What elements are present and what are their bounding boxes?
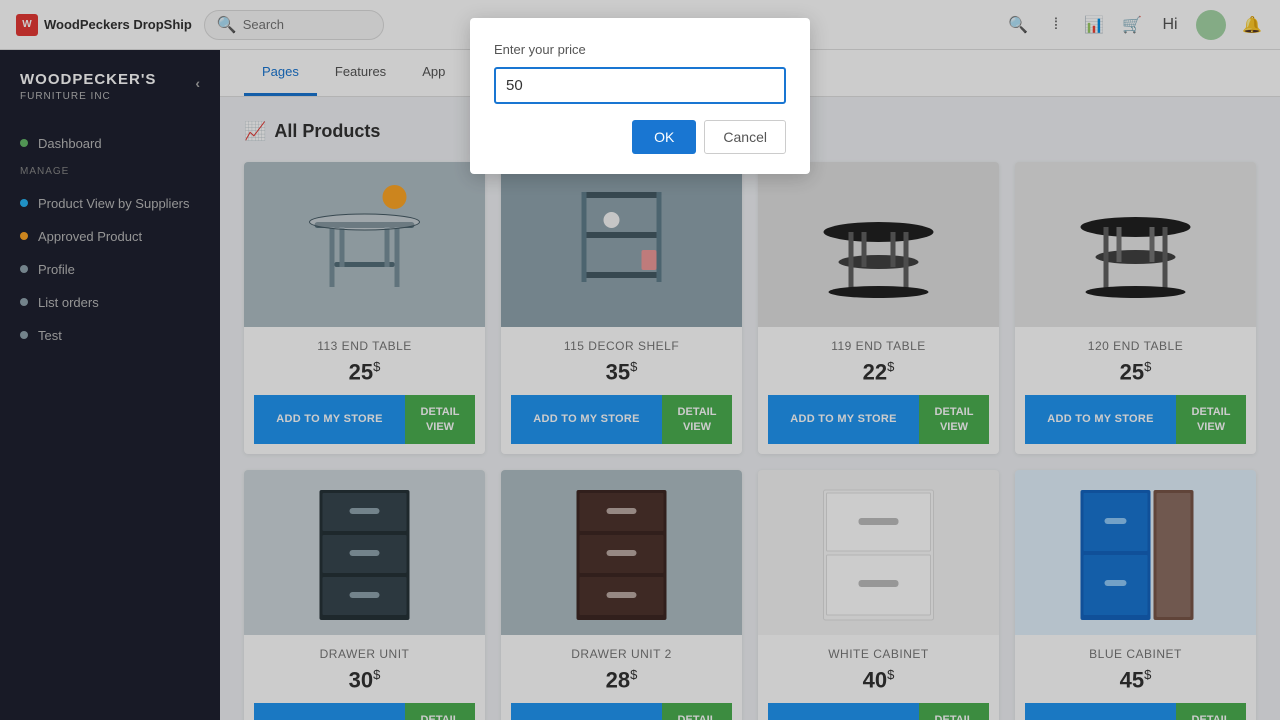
dialog-overlay: Enter your price OK Cancel (0, 0, 1280, 720)
cancel-button[interactable]: Cancel (704, 120, 786, 154)
dialog-buttons: OK Cancel (494, 120, 786, 154)
price-dialog: Enter your price OK Cancel (470, 18, 810, 174)
price-input[interactable] (494, 67, 786, 104)
ok-button[interactable]: OK (632, 120, 696, 154)
dialog-label: Enter your price (494, 42, 786, 57)
